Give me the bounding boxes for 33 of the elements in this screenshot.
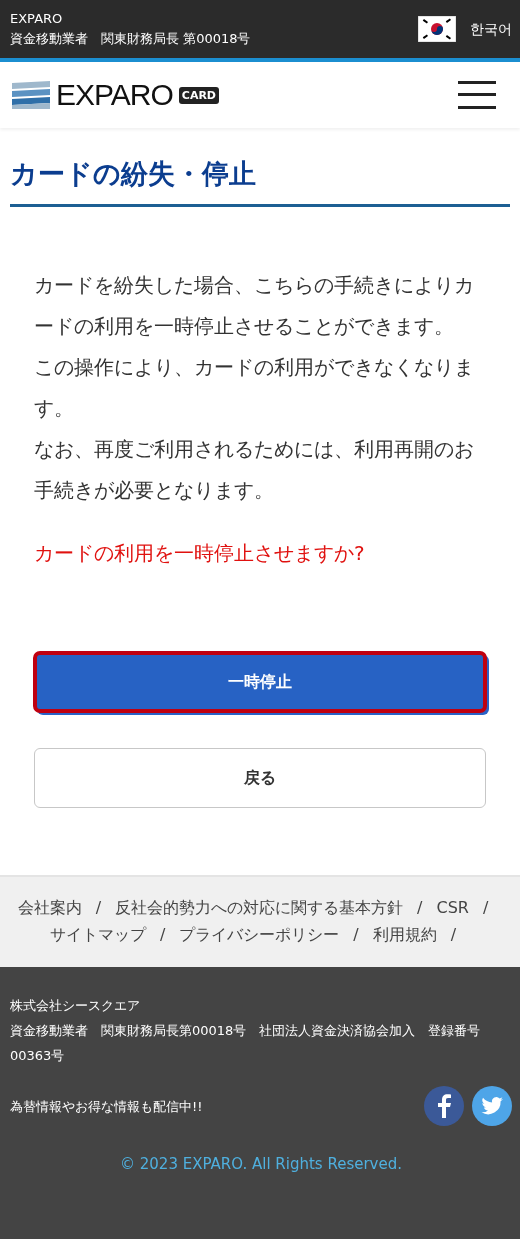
copyright: © 2023 EXPARO. All Rights Reserved. [119, 1154, 403, 1175]
separator: / [417, 898, 423, 919]
separator: / [159, 925, 166, 946]
facebook-icon[interactable] [424, 1086, 464, 1126]
language-link[interactable]: 한국어 [470, 19, 512, 39]
menu-icon[interactable] [458, 81, 496, 109]
stripes-icon [12, 81, 50, 109]
flag-icon[interactable] [418, 16, 456, 42]
company-name: 株式会社シースクエア [10, 997, 141, 1015]
footer-link[interactable]: CSR [436, 898, 469, 919]
company-registration: 資金移動業者 関東財務局長第00018号 社団法人資金決済協会加入 登録番号00363号 [10, 1022, 482, 1065]
brand-name: EXPARO [10, 10, 64, 28]
description-text: なお、再度ご利用されるためには、利用再開のお手続きが必要となります。 [34, 436, 475, 504]
logo-text: EXPARO [56, 78, 173, 112]
confirm-question: カードの利用を一時停止させますか? [34, 540, 366, 567]
separator: / [482, 898, 489, 919]
separator: / [450, 925, 457, 946]
footer-link[interactable]: 利用規約 [372, 925, 437, 946]
footer-link[interactable]: 反社会的勢力への対応に関する基本方針 [115, 898, 404, 919]
suspend-button[interactable]: 一時停止 [34, 652, 486, 712]
separator: / [353, 925, 359, 946]
footer-link[interactable]: プライバシーポリシー [179, 925, 340, 946]
separator: / [95, 898, 102, 919]
description-text: この操作により、カードの利用ができなくなります。 [34, 354, 475, 422]
social-note: 為替情報やお得な情報も配信中!! [10, 1097, 203, 1116]
footer-link[interactable]: サイトマップ [49, 925, 146, 946]
footer-link[interactable]: 会社案内 [17, 898, 82, 919]
page-title: カードの紛失・停止 [10, 156, 510, 207]
description-text: カードを紛失した場合、こちらの手続きによりカードの利用を一時停止させることができます。 [34, 272, 475, 340]
logo-badge: CARD [178, 86, 219, 104]
back-button[interactable]: 戻る [34, 748, 486, 808]
registration-text: 資金移動業者 関東財務局長 第00018号 [10, 30, 251, 48]
twitter-icon[interactable] [472, 1086, 512, 1126]
